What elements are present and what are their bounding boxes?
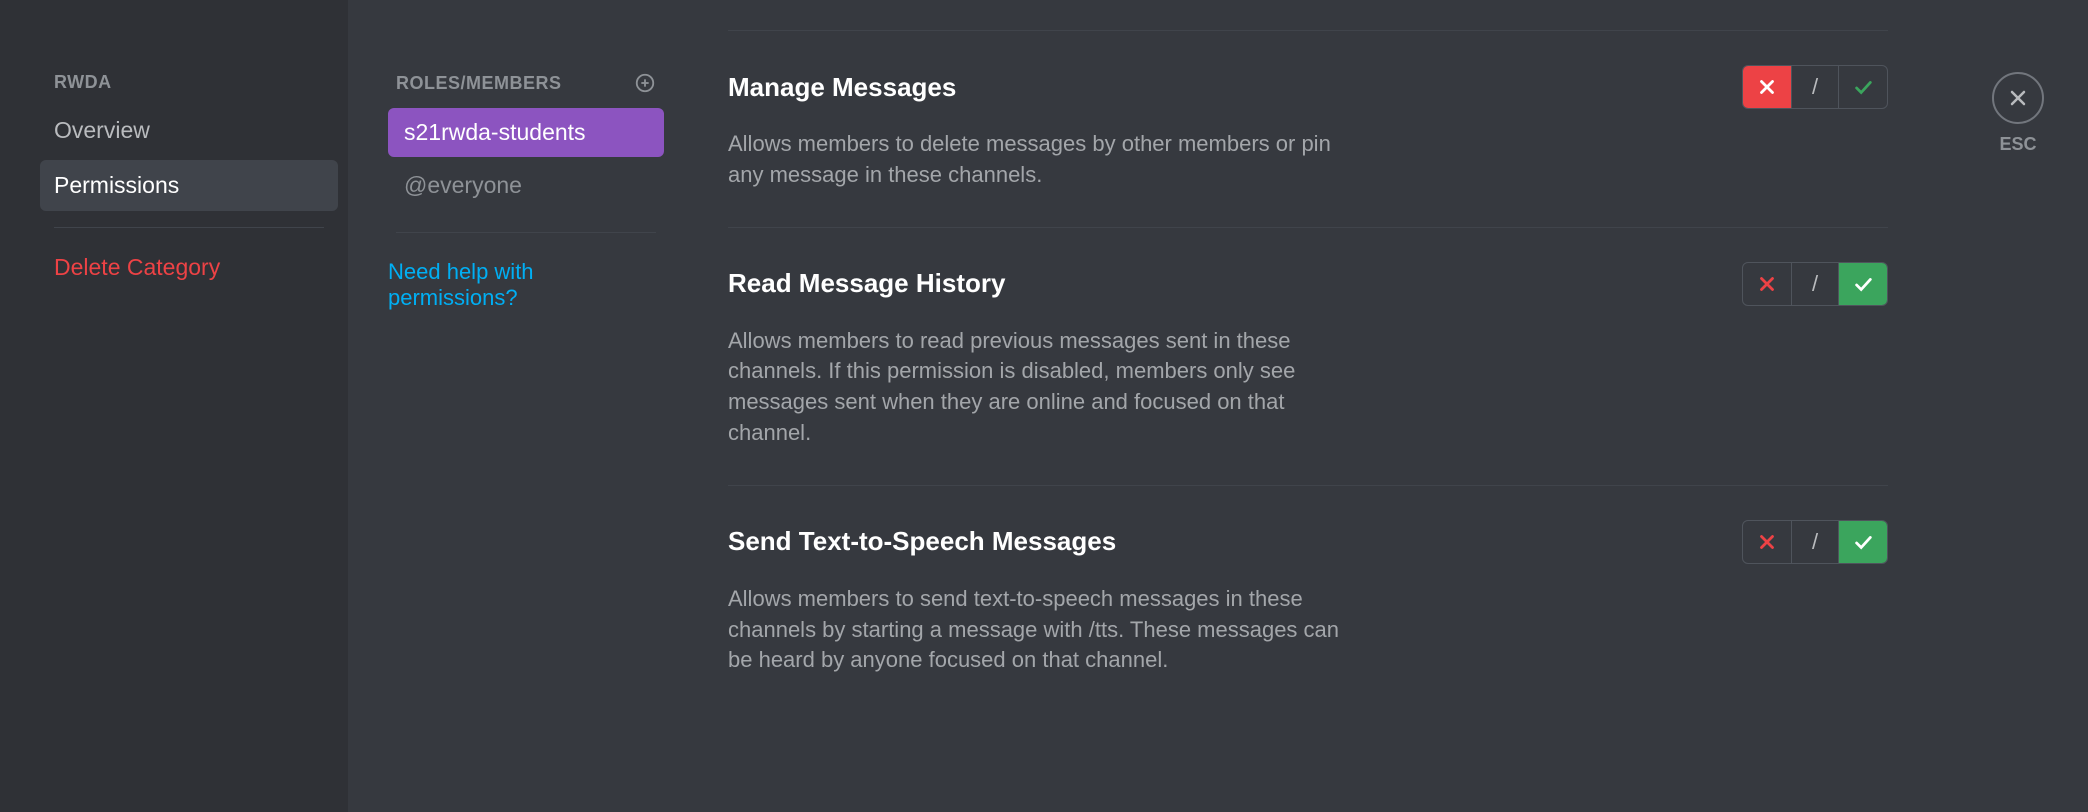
permission-description: Allows members to read previous messages… — [728, 326, 1368, 449]
close-button[interactable] — [1992, 72, 2044, 124]
role-item-everyone[interactable]: @everyone — [388, 161, 664, 210]
toggle-allow[interactable] — [1839, 66, 1887, 108]
permission-row: Send Text-to-Speech Messages / — [728, 520, 1888, 564]
sidebar-item-permissions[interactable]: Permissions — [40, 160, 338, 211]
toggle-allow[interactable] — [1839, 263, 1887, 305]
permission-toggle: / — [1742, 262, 1888, 306]
roles-column: ROLES/MEMBERS s21rwda-students @everyone… — [348, 0, 688, 812]
permission-manage-messages: Manage Messages / Allows members to dele… — [728, 30, 1888, 227]
add-role-icon[interactable] — [634, 72, 656, 94]
roles-header: ROLES/MEMBERS — [388, 72, 664, 108]
sidebar-item-overview[interactable]: Overview — [40, 105, 338, 156]
permission-toggle: / — [1742, 65, 1888, 109]
permission-read-message-history: Read Message History / Allows members to… — [728, 227, 1888, 485]
permission-title: Manage Messages — [728, 72, 956, 103]
toggle-passthrough[interactable]: / — [1791, 521, 1839, 563]
permission-title: Send Text-to-Speech Messages — [728, 526, 1116, 557]
permission-send-tts-messages: Send Text-to-Speech Messages / Allows me… — [728, 485, 1888, 712]
sidebar-divider — [54, 227, 324, 228]
close-area: ESC — [1948, 0, 2088, 812]
permissions-panel: Manage Messages / Allows members to dele… — [688, 0, 1948, 812]
app-root: RWDA Overview Permissions Delete Categor… — [0, 0, 2088, 812]
toggle-deny[interactable] — [1743, 66, 1791, 108]
permission-description: Allows members to delete messages by oth… — [728, 129, 1368, 191]
toggle-allow[interactable] — [1839, 521, 1887, 563]
permission-toggle: / — [1742, 520, 1888, 564]
permission-title: Read Message History — [728, 268, 1005, 299]
permission-description: Allows members to send text-to-speech me… — [728, 584, 1368, 676]
permission-row: Manage Messages / — [728, 65, 1888, 109]
delete-category-button[interactable]: Delete Category — [40, 244, 338, 291]
toggle-passthrough[interactable]: / — [1791, 263, 1839, 305]
permissions-help-link[interactable]: Need help with permissions? — [388, 259, 664, 311]
toggle-deny[interactable] — [1743, 263, 1791, 305]
toggle-deny[interactable] — [1743, 521, 1791, 563]
esc-label: ESC — [1999, 134, 2036, 155]
roles-header-label: ROLES/MEMBERS — [396, 73, 562, 94]
role-item-s21rwda-students[interactable]: s21rwda-students — [388, 108, 664, 157]
toggle-passthrough[interactable]: / — [1791, 66, 1839, 108]
settings-sidebar: RWDA Overview Permissions Delete Categor… — [0, 0, 348, 812]
permission-row: Read Message History / — [728, 262, 1888, 306]
sidebar-category-header: RWDA — [40, 72, 338, 105]
roles-divider — [396, 232, 656, 233]
